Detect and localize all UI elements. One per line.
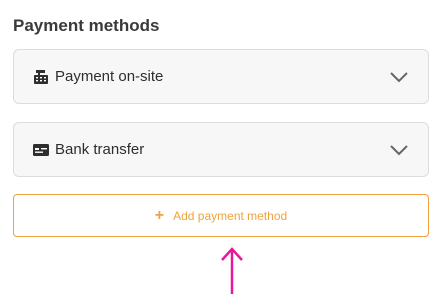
chevron-down-icon[interactable]: [388, 66, 410, 88]
bank-card-icon: [33, 142, 49, 158]
payment-method-label: Payment on-site: [55, 68, 164, 85]
plus-icon: +: [154, 206, 165, 224]
payment-method-bank-transfer[interactable]: Bank transfer: [13, 122, 429, 177]
payment-method-on-site[interactable]: Payment on-site: [13, 49, 429, 104]
cash-register-icon: [33, 69, 49, 85]
payment-method-label: Bank transfer: [55, 141, 145, 158]
section-title: Payment methods: [13, 16, 160, 35]
add-payment-method-button[interactable]: + Add payment method: [13, 194, 429, 237]
annotation-arrow-icon: [221, 247, 243, 294]
payment-methods-panel: Payment methods Payment on-site Bank tra…: [0, 0, 445, 299]
add-payment-method-label: Add payment method: [173, 208, 288, 223]
chevron-down-icon[interactable]: [388, 139, 410, 161]
